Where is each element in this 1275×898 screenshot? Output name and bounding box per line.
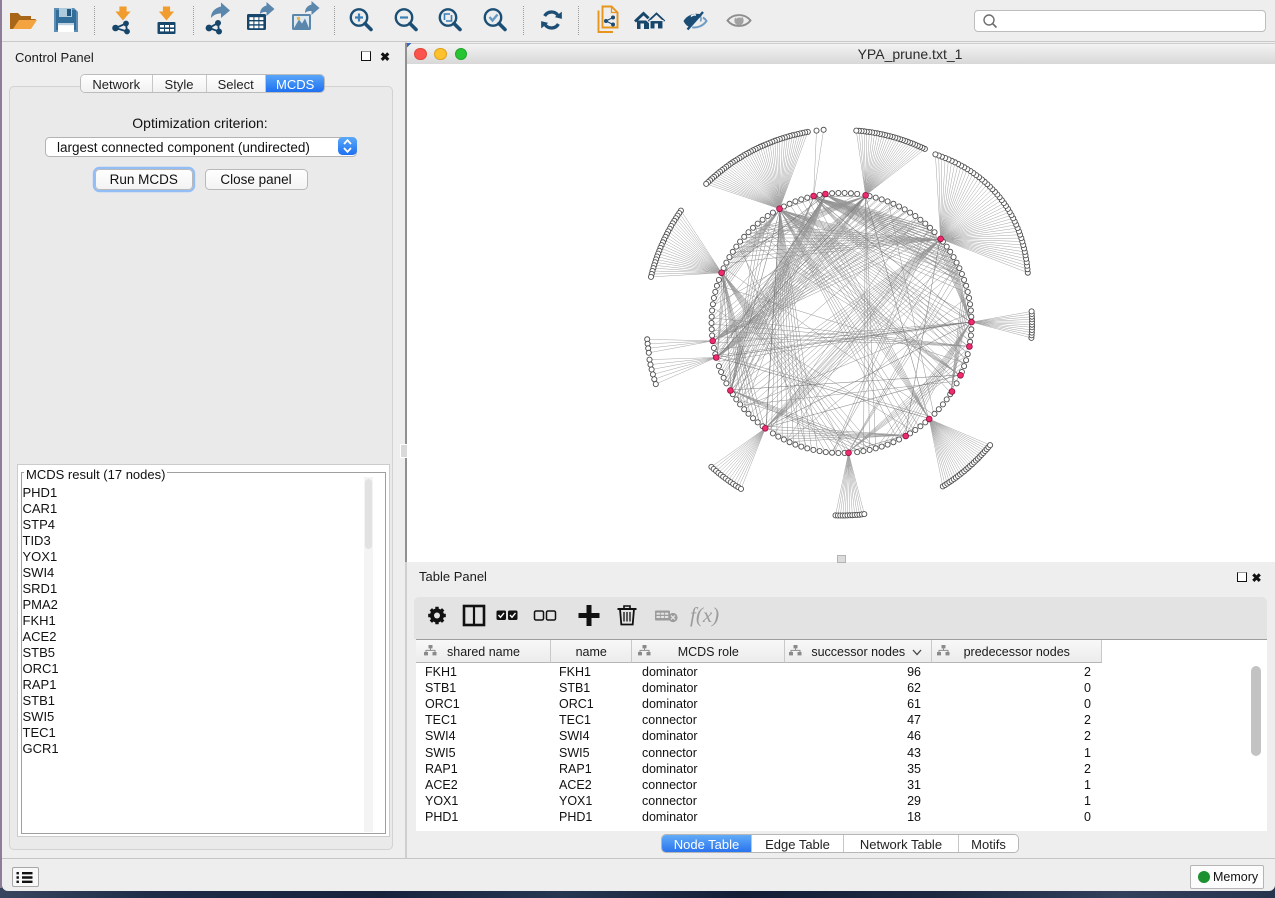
- svg-text:f(x): f(x): [690, 603, 719, 627]
